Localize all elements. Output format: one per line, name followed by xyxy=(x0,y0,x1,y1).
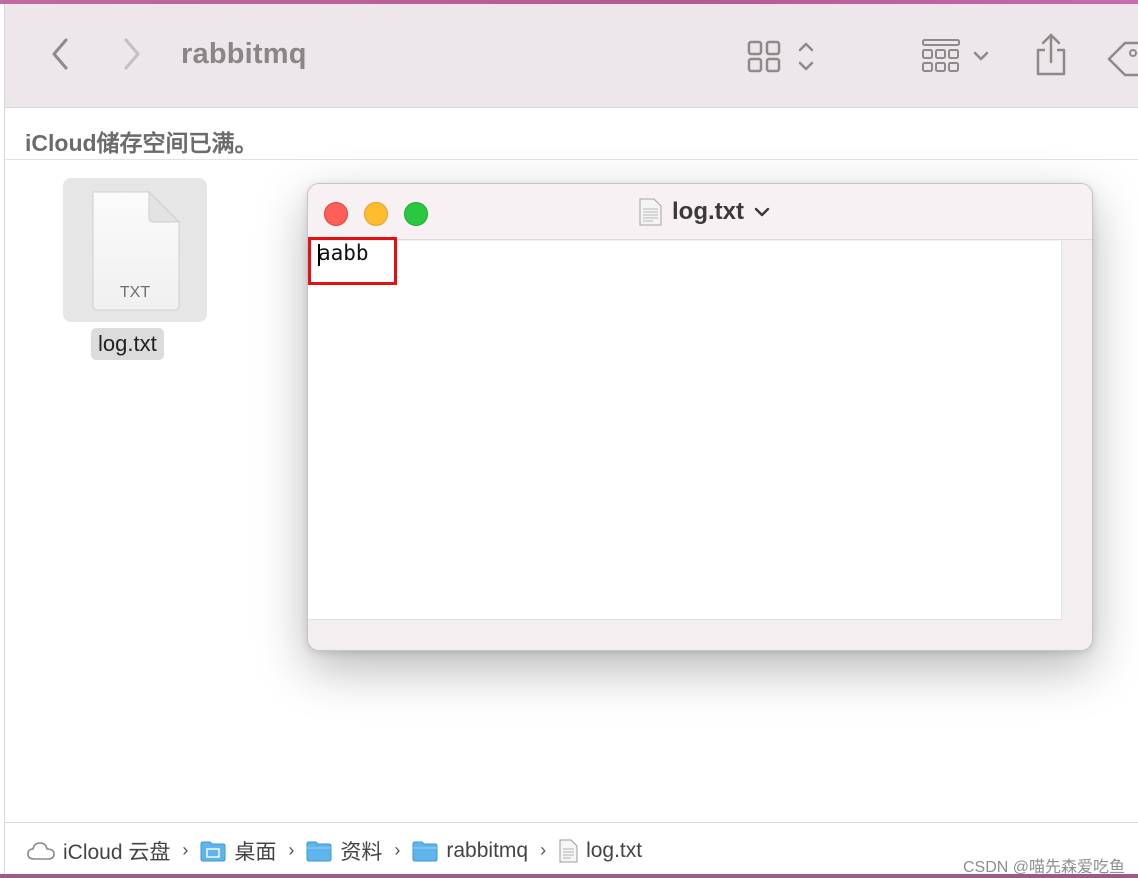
chevron-down-icon xyxy=(754,207,770,217)
finder-toolbar: rabbitmq xyxy=(5,4,1138,108)
path-item-rabbitmq[interactable]: rabbitmq xyxy=(412,839,528,863)
icloud-storage-banner: iCloud储存空间已满。 xyxy=(5,108,1138,160)
share-button[interactable] xyxy=(1031,30,1071,82)
close-window-button[interactable] xyxy=(324,202,348,226)
text-file-icon xyxy=(559,839,578,862)
back-button[interactable] xyxy=(45,34,75,74)
desktop-strip-bottom xyxy=(0,874,1138,878)
path-item-ziliao[interactable]: 资料 xyxy=(306,836,382,866)
share-icon xyxy=(1036,33,1066,76)
path-label-rabbitmq: rabbitmq xyxy=(446,838,529,862)
zoom-window-button[interactable] xyxy=(404,202,428,226)
forward-button[interactable] xyxy=(117,34,147,74)
tag-icon xyxy=(1107,41,1138,77)
document-title-text: log.txt xyxy=(672,198,744,225)
view-mode-button[interactable] xyxy=(743,34,823,78)
textedit-footer xyxy=(308,620,1092,650)
path-label-desktop: 桌面 xyxy=(234,840,277,864)
tag-button[interactable] xyxy=(1105,34,1138,84)
path-item-logtxt[interactable]: log.txt xyxy=(558,839,642,863)
document-title[interactable]: log.txt xyxy=(638,196,770,228)
chevron-left-icon xyxy=(52,38,68,70)
minimize-window-button[interactable] xyxy=(364,202,388,226)
path-label-icloud: iCloud 云盘 xyxy=(63,840,171,864)
path-item-desktop[interactable]: 桌面 xyxy=(200,836,276,866)
file-type-label: TXT xyxy=(119,284,151,301)
cloud-icon xyxy=(27,841,55,860)
path-label-ziliao: 资料 xyxy=(340,840,383,864)
folder-icon xyxy=(306,841,332,861)
path-bar: iCloud 云盘 › 桌面 › 资料 › rabbitmq › log.txt… xyxy=(5,822,1138,878)
group-by-button[interactable] xyxy=(917,34,997,78)
path-label-logtxt: log.txt xyxy=(586,838,643,862)
file-name-label[interactable]: log.txt xyxy=(91,328,164,360)
path-separator-icon: › xyxy=(540,840,547,860)
path-separator-icon: › xyxy=(288,840,295,860)
textedit-window: log.txt aabb xyxy=(307,183,1093,651)
file-icon-item[interactable]: TXT log.txt xyxy=(63,178,207,368)
text-document-icon xyxy=(639,198,662,226)
banner-message: iCloud储存空间已满。 xyxy=(25,130,258,156)
path-separator-icon: › xyxy=(182,840,189,860)
path-separator-icon: › xyxy=(394,840,401,860)
group-by-icon xyxy=(922,39,989,72)
red-highlight-box xyxy=(308,237,397,285)
chevron-right-icon xyxy=(124,38,140,70)
text-editor-area[interactable]: aabb xyxy=(308,237,1062,620)
textedit-titlebar[interactable]: log.txt xyxy=(308,184,1092,240)
folder-icon xyxy=(412,841,438,861)
path-item-icloud[interactable]: iCloud 云盘 xyxy=(27,836,170,866)
folder-title: rabbitmq xyxy=(181,38,307,70)
grid-view-icon xyxy=(747,40,814,73)
desktop-folder-icon xyxy=(200,841,226,861)
